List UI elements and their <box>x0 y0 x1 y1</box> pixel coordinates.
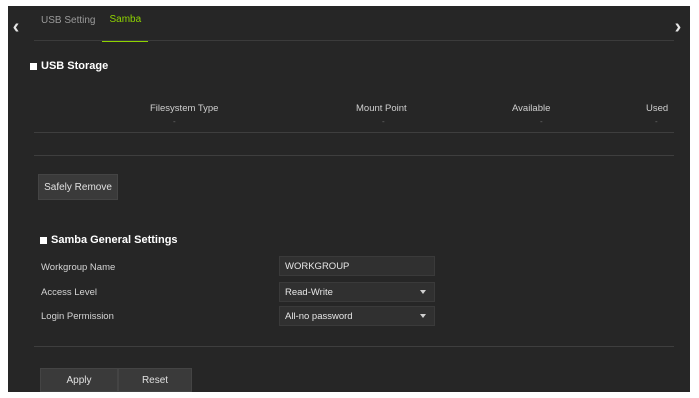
column-header-available: Available <box>512 103 551 114</box>
workgroup-name-label: Workgroup Name <box>41 262 116 273</box>
section-divider <box>34 155 674 156</box>
table-cell-available: - <box>540 117 543 126</box>
apply-button[interactable]: Apply <box>40 368 118 392</box>
column-header-filesystem: Filesystem Type <box>150 103 219 114</box>
table-cell-mount-point: - <box>382 117 385 126</box>
column-header-mount-point: Mount Point <box>356 103 407 114</box>
tab-usb-setting[interactable]: USB Setting <box>34 12 102 42</box>
login-permission-value: All-no password <box>285 310 353 322</box>
usb-storage-table: Filesystem Type Mount Point Available Us… <box>34 95 682 125</box>
table-cell-used: - <box>655 117 658 126</box>
workgroup-name-input[interactable]: WORKGROUP <box>279 256 435 276</box>
table-cell-filesystem: - <box>173 117 176 126</box>
access-level-label: Access Level <box>41 287 97 298</box>
login-permission-label: Login Permission <box>41 311 114 322</box>
tab-divider <box>34 40 674 41</box>
settings-panel: ‹ › USB Setting Samba USB Storage Filesy… <box>8 6 690 392</box>
login-permission-select[interactable]: All-no password <box>279 306 435 326</box>
chevron-down-icon <box>420 290 426 294</box>
tab-samba[interactable]: Samba <box>102 12 149 42</box>
square-bullet-icon <box>40 236 47 244</box>
safely-remove-button[interactable]: Safely Remove <box>38 174 118 200</box>
square-bullet-icon <box>30 62 37 70</box>
usb-storage-heading: USB Storage <box>30 60 108 72</box>
access-level-select[interactable]: Read-Write <box>279 282 435 302</box>
access-level-value: Read-Write <box>285 286 333 298</box>
column-header-used: Used <box>646 103 669 114</box>
chevron-right-icon[interactable]: › <box>670 16 686 38</box>
chevron-down-icon <box>420 314 426 318</box>
table-divider <box>34 132 674 133</box>
usb-storage-title: USB Storage <box>41 60 109 72</box>
reset-button[interactable]: Reset <box>118 368 192 392</box>
samba-settings-heading: Samba General Settings <box>40 234 178 246</box>
tab-bar: USB Setting Samba <box>34 12 149 42</box>
workgroup-name-value: WORKGROUP <box>285 260 350 272</box>
chevron-left-icon[interactable]: ‹ <box>8 16 24 38</box>
footer-divider <box>34 346 674 347</box>
samba-settings-title: Samba General Settings <box>51 234 178 246</box>
